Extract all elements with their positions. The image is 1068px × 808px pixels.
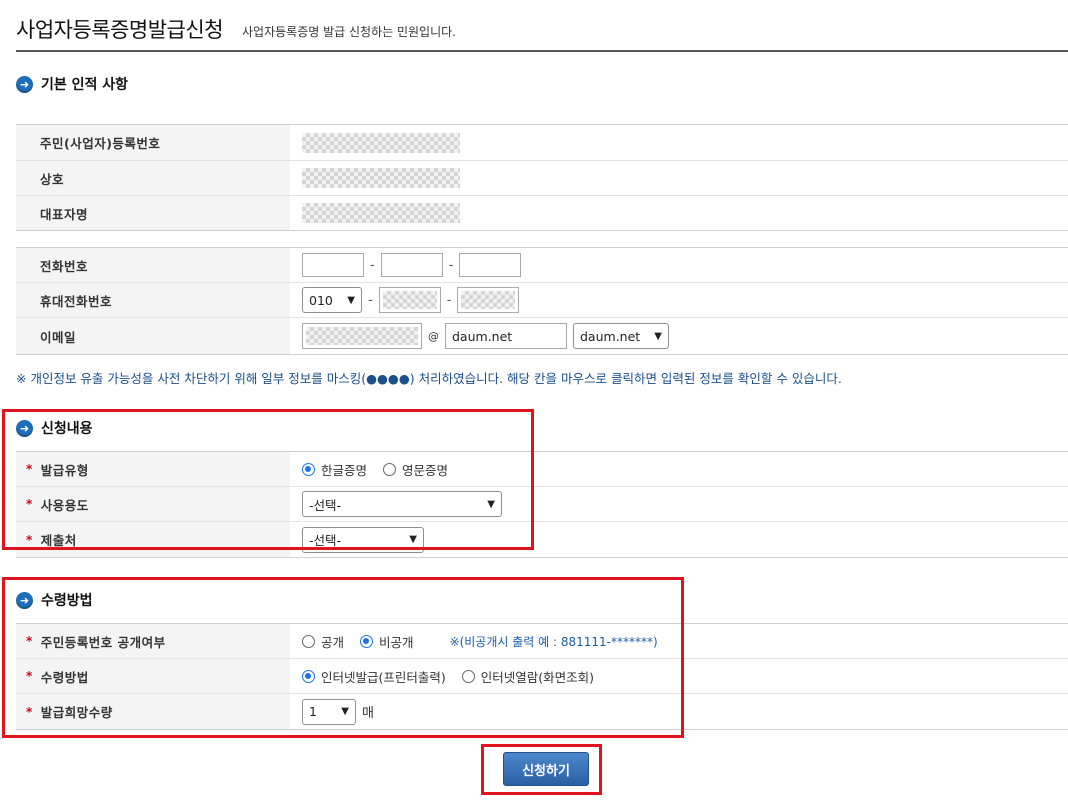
- phone-label: 전화번호: [16, 248, 290, 282]
- highlight-box-receipt: [2, 577, 684, 738]
- chevron-down-icon: ▼: [347, 294, 355, 306]
- mobile-prefix-value: 010: [309, 292, 333, 308]
- masked-value[interactable]: [302, 203, 460, 223]
- table-row: 주민(사업자)등록번호: [16, 125, 1068, 161]
- email-domain-input[interactable]: daum.net: [445, 323, 567, 349]
- email-label: 이메일: [16, 318, 290, 354]
- row-label: 주민(사업자)등록번호: [16, 125, 290, 160]
- mobile-middle-field[interactable]: [378, 287, 441, 313]
- chevron-down-icon: ▼: [654, 330, 662, 342]
- masking-notice: ※ 개인정보 유출 가능성을 사전 차단하기 위해 일부 정보를 마스킹(●●●…: [16, 371, 842, 386]
- dash: -: [370, 257, 375, 273]
- contact-table: 전화번호 - - 휴대전화번호 010 ▼ - - 이메일 @ daum.net: [16, 247, 1068, 355]
- highlight-box-application: [2, 409, 534, 550]
- row-label: 대표자명: [16, 196, 290, 230]
- mobile-last-field[interactable]: [457, 287, 520, 313]
- masked-value[interactable]: [302, 168, 460, 188]
- phone-input-1[interactable]: [302, 253, 364, 277]
- table-row: 휴대전화번호 010 ▼ - -: [16, 283, 1068, 318]
- email-domain-select[interactable]: daum.net ▼: [573, 323, 669, 349]
- section-basic-info: ➜ 기본 인적 사항: [16, 74, 128, 94]
- section-title-basic: 기본 인적 사항: [41, 77, 129, 93]
- arrow-circle-icon: ➜: [16, 75, 33, 93]
- basic-info-table: 주민(사업자)등록번호 상호 대표자명: [16, 124, 1068, 231]
- table-row: 이메일 @ daum.net daum.net ▼: [16, 318, 1068, 354]
- email-id-field[interactable]: [302, 323, 422, 349]
- email-domain-select-value: daum.net: [580, 328, 641, 344]
- table-row: 상호: [16, 161, 1068, 196]
- phone-input-3[interactable]: [459, 253, 522, 277]
- title-divider: [16, 50, 1068, 52]
- at-sign: @: [428, 329, 439, 343]
- mobile-prefix-select[interactable]: 010 ▼: [302, 287, 362, 313]
- page-subtitle: 사업자등록증명 발급 신청하는 민원입니다.: [242, 25, 456, 39]
- table-row: 대표자명: [16, 196, 1068, 230]
- page-title: 사업자등록증명발급신청: [16, 18, 224, 42]
- masked-value[interactable]: [302, 132, 460, 153]
- highlight-box-submit: [481, 744, 602, 795]
- row-label: 상호: [16, 161, 290, 195]
- phone-input-2[interactable]: [380, 253, 443, 277]
- dash: -: [448, 257, 454, 273]
- table-row: 전화번호 - -: [16, 248, 1068, 283]
- dash: -: [368, 292, 373, 308]
- dash: -: [446, 292, 452, 308]
- mobile-label: 휴대전화번호: [16, 283, 290, 317]
